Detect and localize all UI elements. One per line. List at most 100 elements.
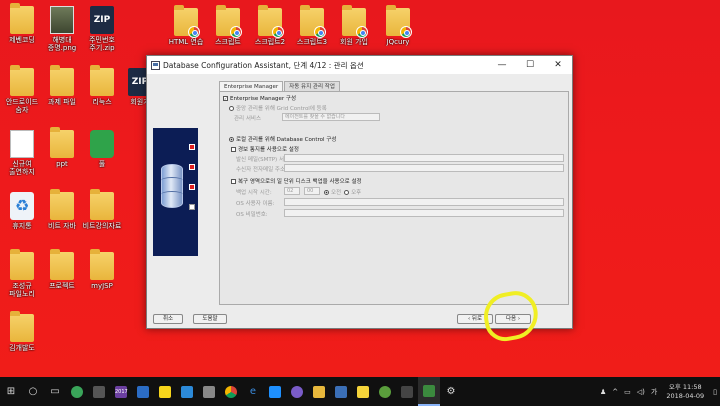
task-view-button[interactable]: ▭ [44, 377, 66, 406]
desktop-icon-label: 안드로이드 숨자 [5, 98, 39, 114]
desktop-icon[interactable]: 스크립트3 [290, 5, 334, 46]
db-control-label: 로컬 관리를 위해 Database Control 구성 [236, 137, 337, 143]
chrome-icon [356, 26, 368, 38]
desktop-icon[interactable]: 안드로이드 숨자 [0, 65, 44, 114]
backup-row[interactable]: 복구 영역으로의 일 단위 디스크 백업을 사용으로 설정 [231, 177, 362, 185]
desktop-icon[interactable]: 김개발도 [0, 311, 44, 352]
taskbar-chrome[interactable] [220, 377, 242, 406]
desktop-icon[interactable]: 신규여 출연하지 [0, 130, 44, 176]
desktop-icon[interactable]: myJSP [80, 249, 124, 290]
backup-minute-select[interactable]: 00 [304, 187, 320, 195]
window-title: Database Configuration Assistant, 단계 4/1… [163, 60, 364, 70]
back-label: 뒤로 [471, 316, 483, 322]
taskbar-edge[interactable]: e [242, 377, 264, 406]
title-bar[interactable]: Database Configuration Assistant, 단계 4/1… [147, 56, 572, 74]
minimize-button[interactable]: — [488, 56, 516, 74]
pm-radio[interactable] [344, 189, 350, 195]
grid-control-row[interactable]: 중앙 관리를 위해 Grid Control에 등록 [229, 104, 327, 112]
taskbar: ⊞ ○ ▭ 2017 e ⚙ ♟ ^ ▭ ◁) 가 오후 11:58 2018-… [0, 377, 720, 406]
em-configure-row[interactable]: ✓ Enterprise Manager 구성 [223, 94, 296, 102]
taskbar-app[interactable] [264, 377, 286, 406]
desktop-icon[interactable]: 회원 가입 [332, 5, 376, 46]
taskbar-app[interactable] [88, 377, 110, 406]
backup-checkbox[interactable] [231, 178, 236, 184]
os-password-row: OS 비밀번호: [236, 210, 268, 218]
em-configure-label: Enterprise Manager 구성 [230, 96, 297, 102]
desktop-icon[interactable]: ♻ 휴지통 [0, 192, 44, 230]
os-password-input[interactable] [284, 209, 564, 217]
dbca-dialog: Database Configuration Assistant, 단계 4/1… [146, 55, 573, 329]
chrome-icon [400, 26, 412, 38]
network-icon[interactable]: ▭ [621, 388, 634, 396]
taskbar-app[interactable] [154, 377, 176, 406]
desktop-icon[interactable]: HTML 연습 [164, 5, 208, 46]
backup-hour-select[interactable]: 02 [284, 187, 300, 195]
db-control-row[interactable]: 로컬 관리를 위해 Database Control 구성 [229, 135, 336, 143]
smtp-input[interactable] [284, 154, 564, 162]
am-radio[interactable] [324, 189, 329, 195]
taskbar-explorer[interactable] [308, 377, 330, 406]
mgmt-service-select[interactable]: 에이전트를 찾을 수 없습니다 [282, 113, 380, 121]
taskbar-app[interactable] [66, 377, 88, 406]
taskbar-app[interactable] [374, 377, 396, 406]
maximize-button[interactable]: ☐ [516, 56, 544, 74]
wizard-step-panel [153, 128, 198, 256]
grid-control-label: 중앙 관리를 위해 Grid Control에 등록 [236, 106, 327, 112]
app-icon [401, 385, 413, 398]
os-user-input[interactable] [284, 198, 564, 206]
notification-icon[interactable]: ▯ [710, 388, 720, 396]
people-icon[interactable]: ♟ [597, 388, 609, 396]
db-control-radio[interactable] [229, 136, 234, 142]
clock[interactable]: 오후 11:58 2018-04-09 [660, 383, 710, 401]
desktop-icon[interactable]: JQcury [376, 5, 420, 46]
mgmt-service-row: 관리 서비스 [234, 114, 261, 122]
cancel-button[interactable]: 취소 [153, 314, 183, 324]
grid-control-radio[interactable] [229, 105, 234, 111]
taskbar-app[interactable] [396, 377, 418, 406]
folder-icon [90, 249, 114, 280]
taskbar-app[interactable] [330, 377, 352, 406]
desktop-icon[interactable]: 스크립트 [206, 5, 250, 46]
volume-icon[interactable]: ◁) [634, 388, 648, 396]
desktop-icon[interactable]: 해병대 증명.png [40, 6, 84, 52]
ime-indicator[interactable]: 가 [648, 387, 660, 397]
desktop-icon-label: 회원 가입 [340, 38, 368, 46]
taskbar-app[interactable] [176, 377, 198, 406]
desktop-icon[interactable]: 스크립트2 [248, 5, 292, 46]
folder-icon [10, 3, 34, 34]
search-button[interactable]: ○ [22, 377, 44, 406]
taskbar-app[interactable]: 2017 [110, 377, 132, 406]
desktop-icon[interactable]: 비트 자바 [40, 189, 84, 230]
taskbar-dbca[interactable] [418, 377, 440, 406]
folder-icon [300, 5, 326, 38]
desktop-icon[interactable]: 풀 [80, 130, 124, 168]
desktop-icon[interactable]: 제벤코딩 [0, 3, 44, 44]
taskbar-app[interactable] [198, 377, 220, 406]
desktop-icon[interactable]: 과제 파일 [40, 65, 84, 106]
desktop-icon[interactable]: ZIP 주민번호 주기.zip [80, 6, 124, 52]
desktop-icon[interactable]: ppt [40, 127, 84, 168]
tab-auto-maintenance[interactable]: 자동 유지 관리 작업 [284, 81, 340, 91]
taskbar-app[interactable] [352, 377, 374, 406]
tab-enterprise-manager[interactable]: Enterprise Manager [219, 81, 284, 91]
desktop-icon-label: 스크립트 [215, 38, 241, 46]
start-button[interactable]: ⊞ [0, 377, 22, 406]
em-configure-checkbox[interactable]: ✓ [223, 95, 228, 101]
taskbar-app[interactable] [286, 377, 308, 406]
taskbar-settings[interactable]: ⚙ [440, 377, 462, 406]
taskbar-app[interactable] [132, 377, 154, 406]
help-button[interactable]: 도움말 [193, 314, 227, 324]
desktop-icon-label: myJSP [91, 282, 113, 290]
system-tray: ♟ ^ ▭ ◁) 가 오후 11:58 2018-04-09 ▯ [597, 377, 720, 406]
desktop-icon[interactable]: 프로젝트 [40, 249, 84, 290]
email-alert-checkbox[interactable] [231, 146, 236, 152]
recipient-input[interactable] [284, 164, 564, 172]
desktop-icon-label: 해병대 증명.png [47, 36, 77, 52]
close-button[interactable]: ✕ [544, 56, 572, 74]
desktop-icon-label: 프로젝트 [49, 282, 75, 290]
desktop-icon[interactable]: 조성규 파일노리 [0, 249, 44, 298]
email-alert-row[interactable]: 경보 통지를 사용으로 설정 [231, 145, 299, 153]
app-icon [71, 385, 83, 398]
chevron-up-icon[interactable]: ^ [609, 388, 621, 396]
desktop-icon[interactable]: 비트강의자료 [80, 189, 124, 230]
